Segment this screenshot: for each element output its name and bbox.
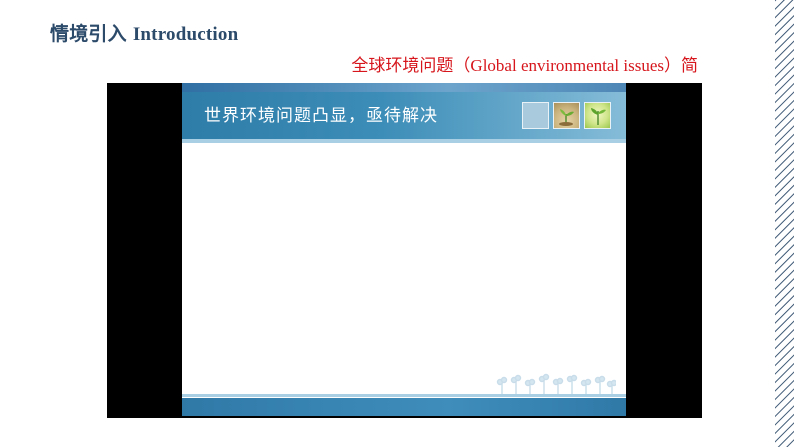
- slide-heading: 世界环境问题凸显，亟待解决: [204, 106, 438, 126]
- subtitle: 全球环境问题（Global environmental issues）简: [351, 56, 698, 75]
- leaves-icon: [584, 102, 611, 129]
- page-title-chinese: 情境引入: [50, 23, 127, 45]
- side-pattern: [775, 0, 794, 447]
- slide-banner-line: [182, 139, 626, 143]
- slide-top-strip: [182, 83, 626, 92]
- page-title-english: Introduction: [132, 24, 239, 45]
- slide-bottom-bar: [182, 398, 626, 416]
- title-underline: [38, 55, 272, 59]
- page-title: 情境引入 Introduction: [50, 20, 238, 48]
- slide-bottom-line: [182, 394, 626, 397]
- embedded-slide: 世界环境问题凸显，亟待解决: [182, 83, 626, 416]
- blank-thumbnail: [522, 102, 549, 129]
- seedling-icon: [553, 102, 580, 129]
- plant-silhouette-icon: [496, 373, 616, 395]
